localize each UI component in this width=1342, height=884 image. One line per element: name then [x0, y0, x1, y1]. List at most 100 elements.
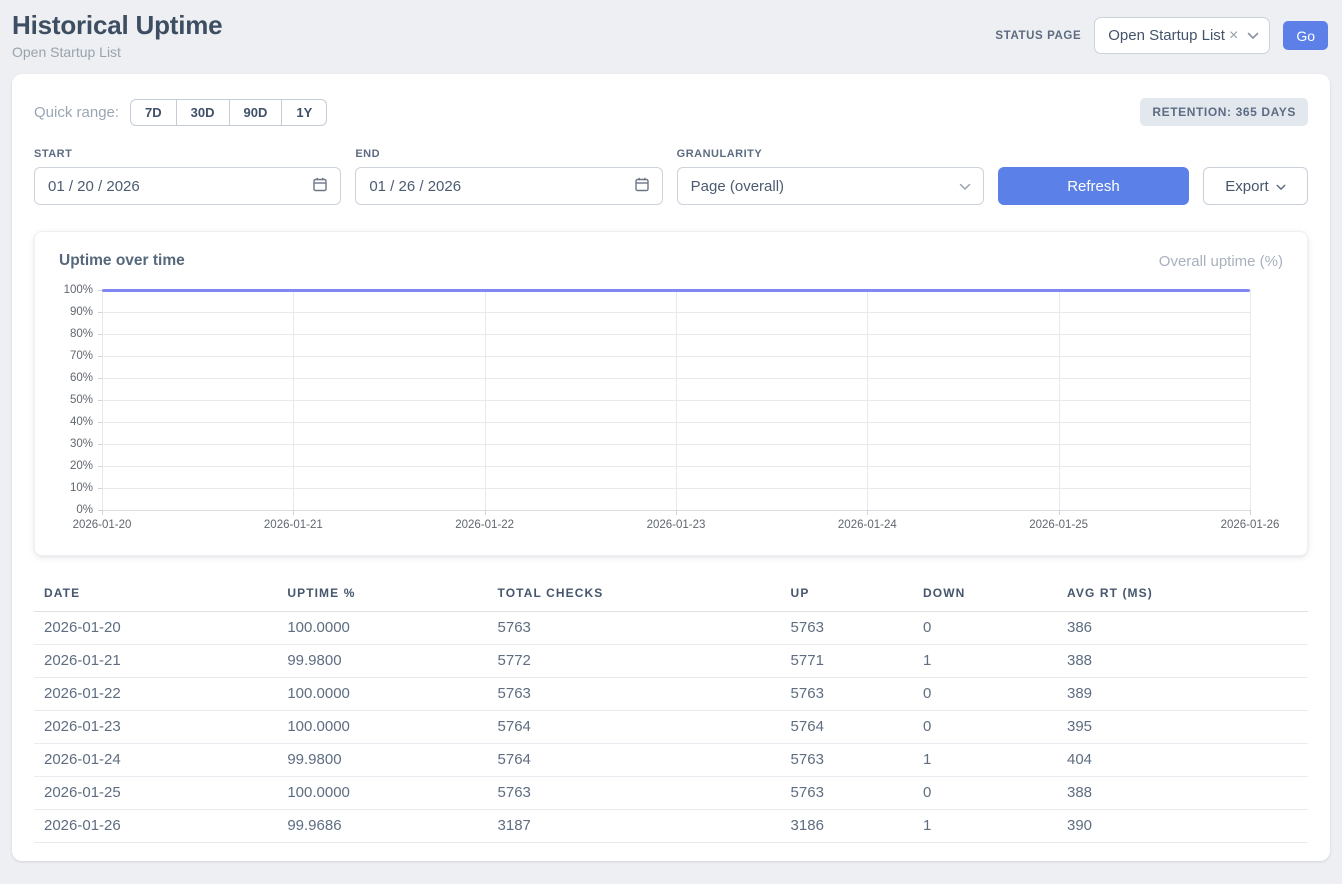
x-axis-label: 2026-01-23: [647, 519, 706, 531]
table-cell: 100.0000: [277, 711, 487, 744]
table-cell: 5772: [488, 645, 781, 678]
table-cell: 0: [913, 711, 1057, 744]
main-panel: Quick range: 7D30D90D1Y RETENTION: 365 D…: [12, 74, 1330, 861]
v-gridline: [485, 290, 486, 510]
uptime-table-section: DATEUPTIME %TOTAL CHECKSUPDOWNAVG RT (MS…: [34, 580, 1308, 843]
table-cell: 388: [1057, 777, 1308, 810]
chart-title: Uptime over time: [59, 252, 185, 270]
start-date-field: START 01 / 20 / 2026: [34, 148, 341, 205]
v-gridline: [1059, 290, 1060, 510]
table-cell: 5763: [781, 612, 913, 645]
table-cell: 3186: [781, 810, 913, 843]
clear-selection-icon[interactable]: ×: [1229, 28, 1238, 44]
quick-range-90d-button[interactable]: 90D: [229, 99, 283, 126]
table-cell: 390: [1057, 810, 1308, 843]
y-axis-tick: [98, 510, 102, 511]
v-gridline: [102, 290, 103, 510]
y-axis-tick: [98, 400, 102, 401]
table-cell: 2026-01-21: [34, 645, 277, 678]
end-date-value: 01 / 26 / 2026: [369, 178, 461, 195]
table-cell: 386: [1057, 612, 1308, 645]
y-axis-label: 20%: [70, 460, 93, 472]
table-cell: 5763: [781, 777, 913, 810]
table-cell: 5764: [488, 744, 781, 777]
table-header-row: DATEUPTIME %TOTAL CHECKSUPDOWNAVG RT (MS…: [34, 580, 1308, 612]
top-bar: Historical Uptime Open Startup List STAT…: [0, 0, 1342, 74]
table-row: 2026-01-23100.0000576457640395: [34, 711, 1308, 744]
table-row: 2026-01-25100.0000576357630388: [34, 777, 1308, 810]
table-row: 2026-01-22100.0000576357630389: [34, 678, 1308, 711]
status-page-label: STATUS PAGE: [995, 30, 1081, 42]
x-axis-label: 2026-01-21: [264, 519, 323, 531]
x-axis-tick: [676, 510, 677, 515]
y-axis-label: 100%: [64, 284, 93, 296]
y-axis-label: 10%: [70, 482, 93, 494]
page-title: Historical Uptime: [12, 10, 222, 41]
y-axis-label: 30%: [70, 438, 93, 450]
column-header: DOWN: [913, 580, 1057, 612]
chevron-down-icon: [1276, 178, 1286, 195]
start-date-value: 01 / 20 / 2026: [48, 178, 140, 195]
table-cell: 100.0000: [277, 612, 487, 645]
x-axis-tick: [1059, 510, 1060, 515]
x-axis-tick: [485, 510, 486, 515]
end-date-input[interactable]: 01 / 26 / 2026: [355, 167, 662, 205]
table-cell: 0: [913, 678, 1057, 711]
calendar-icon[interactable]: [634, 176, 650, 196]
filter-fields-row: START 01 / 20 / 2026 END 01 / 26 / 2026 …: [34, 148, 1308, 205]
x-axis-tick: [293, 510, 294, 515]
column-header: UPTIME %: [277, 580, 487, 612]
y-axis-tick: [98, 488, 102, 489]
uptime-chart: 2026-01-202026-01-212026-01-222026-01-23…: [102, 290, 1250, 545]
export-button[interactable]: Export: [1203, 167, 1308, 205]
end-date-field: END 01 / 26 / 2026: [355, 148, 662, 205]
chart-plot-area: 2026-01-202026-01-212026-01-222026-01-23…: [102, 290, 1250, 511]
table-cell: 2026-01-26: [34, 810, 277, 843]
chart-legend: Overall uptime (%): [1159, 253, 1283, 270]
table-cell: 2026-01-25: [34, 777, 277, 810]
chevron-down-icon: [959, 178, 971, 195]
y-axis-tick: [98, 422, 102, 423]
table-cell: 5763: [781, 678, 913, 711]
table-cell: 5763: [488, 777, 781, 810]
x-axis-label: 2026-01-24: [838, 519, 897, 531]
y-axis-label: 40%: [70, 416, 93, 428]
granularity-select[interactable]: Page (overall): [677, 167, 984, 205]
granularity-label: GRANULARITY: [677, 148, 984, 160]
v-gridline: [676, 290, 677, 510]
table-cell: 0: [913, 777, 1057, 810]
go-button[interactable]: Go: [1283, 21, 1328, 50]
x-axis-tick: [102, 510, 103, 515]
y-axis-tick: [98, 334, 102, 335]
end-date-label: END: [355, 148, 662, 160]
x-axis-label: 2026-01-26: [1221, 519, 1280, 531]
column-header: UP: [781, 580, 913, 612]
start-date-input[interactable]: 01 / 20 / 2026: [34, 167, 341, 205]
table-body: 2026-01-20100.00005763576303862026-01-21…: [34, 612, 1308, 843]
status-page-select[interactable]: Open Startup List ×: [1094, 17, 1270, 54]
quick-range-7d-button[interactable]: 7D: [130, 99, 177, 126]
table-cell: 99.9800: [277, 645, 487, 678]
quick-range-group: 7D30D90D1Y: [130, 99, 327, 126]
table-cell: 2026-01-20: [34, 612, 277, 645]
table-cell: 388: [1057, 645, 1308, 678]
table-row: 2026-01-20100.0000576357630386: [34, 612, 1308, 645]
refresh-button[interactable]: Refresh: [998, 167, 1189, 205]
x-axis-label: 2026-01-22: [455, 519, 514, 531]
column-header: AVG RT (MS): [1057, 580, 1308, 612]
uptime-table: DATEUPTIME %TOTAL CHECKSUPDOWNAVG RT (MS…: [34, 580, 1308, 843]
y-axis-tick: [98, 378, 102, 379]
table-cell: 99.9800: [277, 744, 487, 777]
granularity-value: Page (overall): [691, 178, 784, 195]
title-block: Historical Uptime Open Startup List: [12, 10, 222, 60]
table-cell: 1: [913, 645, 1057, 678]
y-axis-label: 80%: [70, 328, 93, 340]
quick-range-1y-button[interactable]: 1Y: [281, 99, 327, 126]
calendar-icon[interactable]: [312, 176, 328, 196]
table-cell: 395: [1057, 711, 1308, 744]
y-axis-label: 0%: [76, 504, 93, 516]
uptime-chart-card: Uptime over time Overall uptime (%) 2026…: [34, 231, 1308, 556]
y-axis-tick: [98, 356, 102, 357]
chevron-down-icon: [1247, 32, 1259, 40]
quick-range-30d-button[interactable]: 30D: [176, 99, 230, 126]
